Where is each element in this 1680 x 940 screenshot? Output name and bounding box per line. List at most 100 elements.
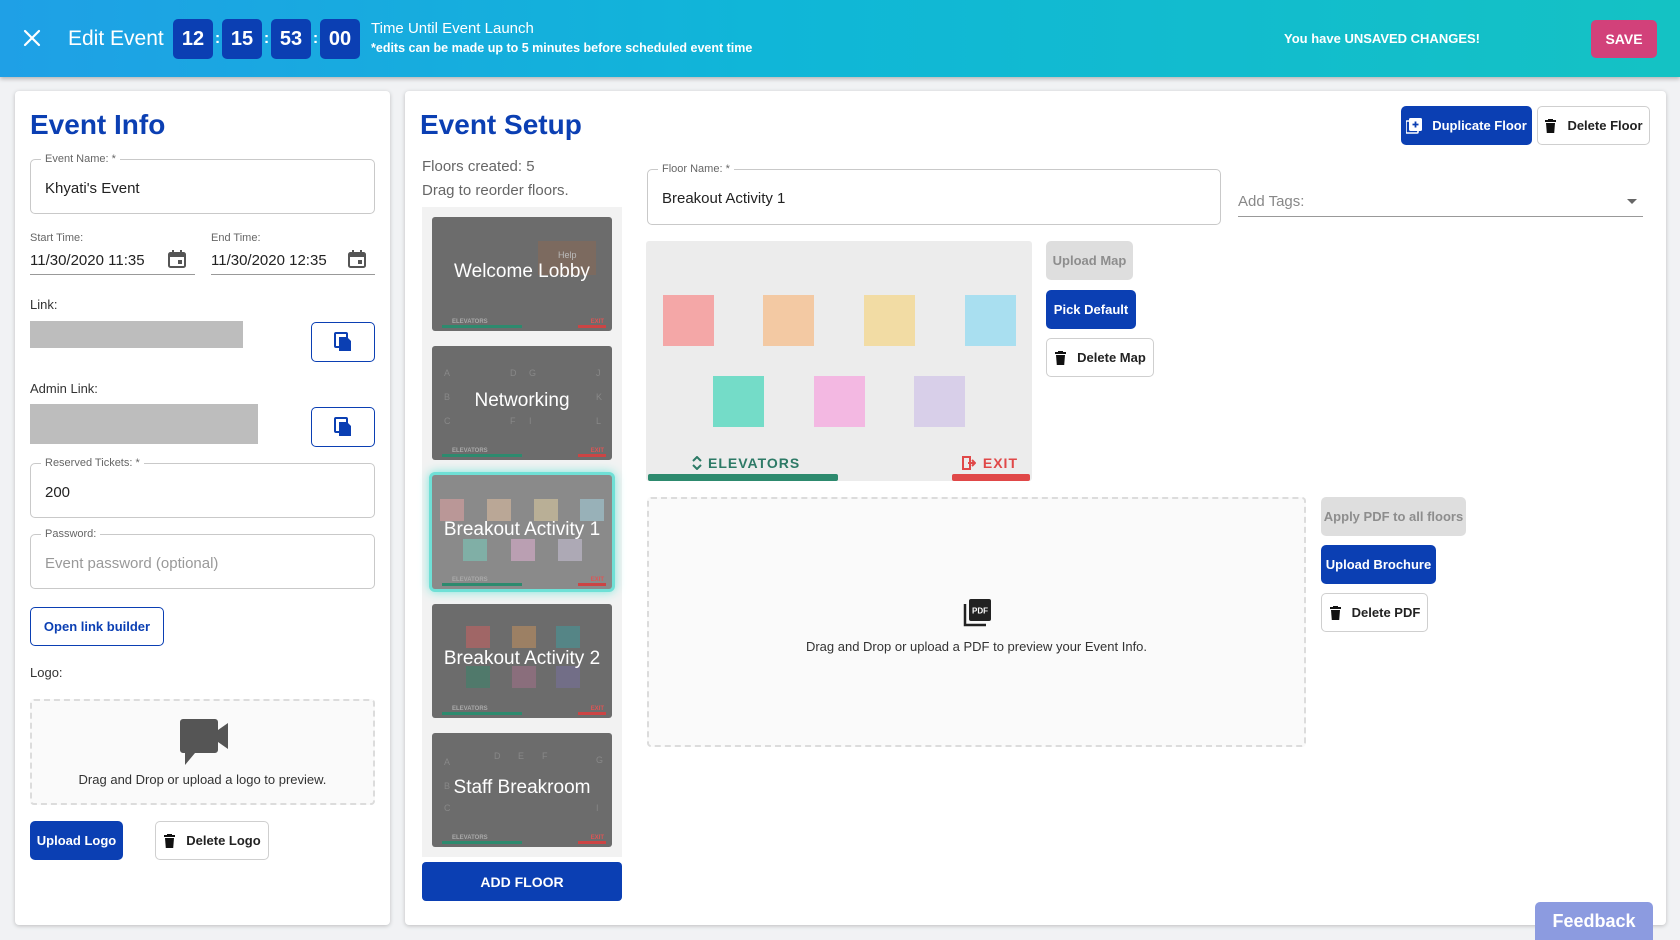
map-room-5 xyxy=(713,376,764,427)
room-shape xyxy=(440,499,464,521)
floor-tile-name: Welcome Lobby xyxy=(454,261,590,282)
delete-map-button[interactable]: Delete Map xyxy=(1046,338,1154,377)
exit-bar xyxy=(578,325,606,328)
map-elevators-label: ELEVATORS xyxy=(708,455,801,471)
countdown-separator: : xyxy=(312,30,319,47)
delete-logo-button[interactable]: Delete Logo xyxy=(155,821,269,860)
event-setup-title: Event Setup xyxy=(420,109,582,140)
room-shape xyxy=(466,626,490,648)
floor-tile-staff-breakroom[interactable]: A D E F G B C I Staff Breakroom ELEVATOR… xyxy=(432,733,612,847)
copy-admin-link-button[interactable] xyxy=(311,407,375,447)
admin-link-label: Admin Link: xyxy=(30,381,98,396)
seat-letter: E xyxy=(518,751,525,761)
map-room-2 xyxy=(763,295,814,346)
delete-floor-button[interactable]: Delete Floor xyxy=(1537,106,1650,145)
exit-label: EXIT xyxy=(590,577,604,583)
upload-logo-button[interactable]: Upload Logo xyxy=(30,821,123,860)
countdown-timer: 12 : 15 : 53 : 00 xyxy=(173,19,360,59)
duplicate-floor-label: Duplicate Floor xyxy=(1432,118,1527,133)
floor-tile-breakout-activity-1[interactable]: Breakout Activity 1 ELEVATORS EXIT xyxy=(432,475,612,589)
logo-dropzone[interactable]: Drag and Drop or upload a logo to previe… xyxy=(30,699,375,805)
add-floor-button[interactable]: ADD FLOOR xyxy=(422,862,622,901)
calendar-icon[interactable] xyxy=(167,249,187,269)
pick-default-button[interactable]: Pick Default xyxy=(1046,290,1136,329)
exit-bar xyxy=(578,712,606,715)
room-shape xyxy=(580,499,604,521)
exit-label: EXIT xyxy=(590,835,604,841)
close-icon[interactable] xyxy=(20,26,44,50)
seat-letter: G xyxy=(529,368,537,378)
trash-icon xyxy=(1055,350,1067,365)
map-room-6 xyxy=(814,376,865,427)
copy-link-button[interactable] xyxy=(311,322,375,362)
chevron-down-icon[interactable] xyxy=(1627,199,1637,204)
elevators-bar xyxy=(442,325,522,328)
feedback-button[interactable]: Feedback xyxy=(1535,902,1653,940)
delete-pdf-label: Delete PDF xyxy=(1351,605,1421,620)
floor-name-field[interactable]: Floor Name: * Breakout Activity 1 xyxy=(647,163,1221,225)
countdown-hours: 12 xyxy=(173,19,213,59)
seat-letter: L xyxy=(596,416,602,426)
start-time-input[interactable]: 11/30/2020 11:35 xyxy=(30,249,195,275)
floor-tile-networking[interactable]: A D G J B K C F I L Networking ELEVATORS… xyxy=(432,346,612,460)
calendar-icon[interactable] xyxy=(347,249,367,269)
end-time-input[interactable]: 11/30/2020 12:35 xyxy=(211,249,375,275)
countdown-seconds: 53 xyxy=(271,19,311,59)
countdown-separator: : xyxy=(263,30,270,47)
start-time-value: 11/30/2020 11:35 xyxy=(30,252,145,269)
event-name-field[interactable]: Event Name: * Khyati's Event xyxy=(30,153,375,214)
trash-icon xyxy=(1545,118,1557,133)
logo-label: Logo: xyxy=(30,665,63,680)
password-placeholder: Event password (optional) xyxy=(45,555,219,572)
logo-dropzone-text: Drag and Drop or upload a logo to previe… xyxy=(78,772,327,787)
open-link-builder-button[interactable]: Open link builder xyxy=(30,607,164,646)
save-button[interactable]: SAVE xyxy=(1591,20,1657,58)
seat-letter: A xyxy=(444,368,451,378)
seat-letter: C xyxy=(444,803,451,813)
delete-pdf-button[interactable]: Delete PDF xyxy=(1321,593,1428,632)
floor-tile-breakout-activity-2[interactable]: Breakout Activity 2 ELEVATORS EXIT xyxy=(432,604,612,718)
floor-tile-name: Breakout Activity 2 xyxy=(443,648,601,669)
add-tags-placeholder: Add Tags: xyxy=(1238,193,1305,210)
admin-link-value-redacted xyxy=(30,404,258,444)
add-tags-select[interactable]: Add Tags: xyxy=(1238,190,1643,217)
room-shape xyxy=(511,539,535,561)
floor-list[interactable]: Help Welcome Lobby ELEVATORS EXIT A D G J… xyxy=(422,207,622,857)
map-exit-label: EXIT xyxy=(982,455,1018,471)
end-time-value: 11/30/2020 12:35 xyxy=(211,252,327,269)
floor-name-label: Floor Name: * xyxy=(658,163,734,175)
countdown-frames: 00 xyxy=(320,19,360,59)
room-shape xyxy=(463,539,487,561)
seat-letter: I xyxy=(529,416,532,426)
room-shape xyxy=(556,626,580,648)
map-exit-bar xyxy=(952,474,1030,481)
map-elevators-bar xyxy=(648,474,838,481)
upload-brochure-button[interactable]: Upload Brochure xyxy=(1321,545,1436,584)
reserved-tickets-label: Reserved Tickets: * xyxy=(41,457,144,469)
duplicate-floor-button[interactable]: Duplicate Floor xyxy=(1401,106,1532,145)
elevators-label: ELEVATORS xyxy=(452,448,488,454)
exit-bar xyxy=(578,454,606,457)
seat-letter: F xyxy=(542,751,548,761)
floors-created-count: Floors created: 5 xyxy=(422,158,535,175)
drag-hint: Drag to reorder floors. xyxy=(422,182,569,199)
room-shape xyxy=(534,499,558,521)
seat-letter: F xyxy=(510,416,516,426)
seat-letter: C xyxy=(444,416,451,426)
event-name-label: Event Name: * xyxy=(41,153,120,165)
exit-label: EXIT xyxy=(590,706,604,712)
elevators-bar xyxy=(442,583,522,586)
countdown-separator: : xyxy=(214,30,221,47)
room-shape xyxy=(558,539,582,561)
room-shape xyxy=(512,626,536,648)
password-field[interactable]: Password: Event password (optional) xyxy=(30,528,375,589)
elevators-label: ELEVATORS xyxy=(452,577,488,583)
floor-tile-name: Staff Breakroom xyxy=(453,777,591,798)
launch-info: Time Until Event Launch *edits can be ma… xyxy=(371,20,752,55)
reserved-tickets-field[interactable]: Reserved Tickets: * 200 xyxy=(30,457,375,518)
exit-icon xyxy=(962,456,976,470)
apply-pdf-all-floors-button[interactable]: Apply PDF to all floors xyxy=(1321,497,1466,536)
upload-map-button[interactable]: Upload Map xyxy=(1046,241,1133,280)
pdf-dropzone[interactable]: PDF Drag and Drop or upload a PDF to pre… xyxy=(647,497,1306,747)
floor-tile-welcome-lobby[interactable]: Help Welcome Lobby ELEVATORS EXIT xyxy=(432,217,612,331)
